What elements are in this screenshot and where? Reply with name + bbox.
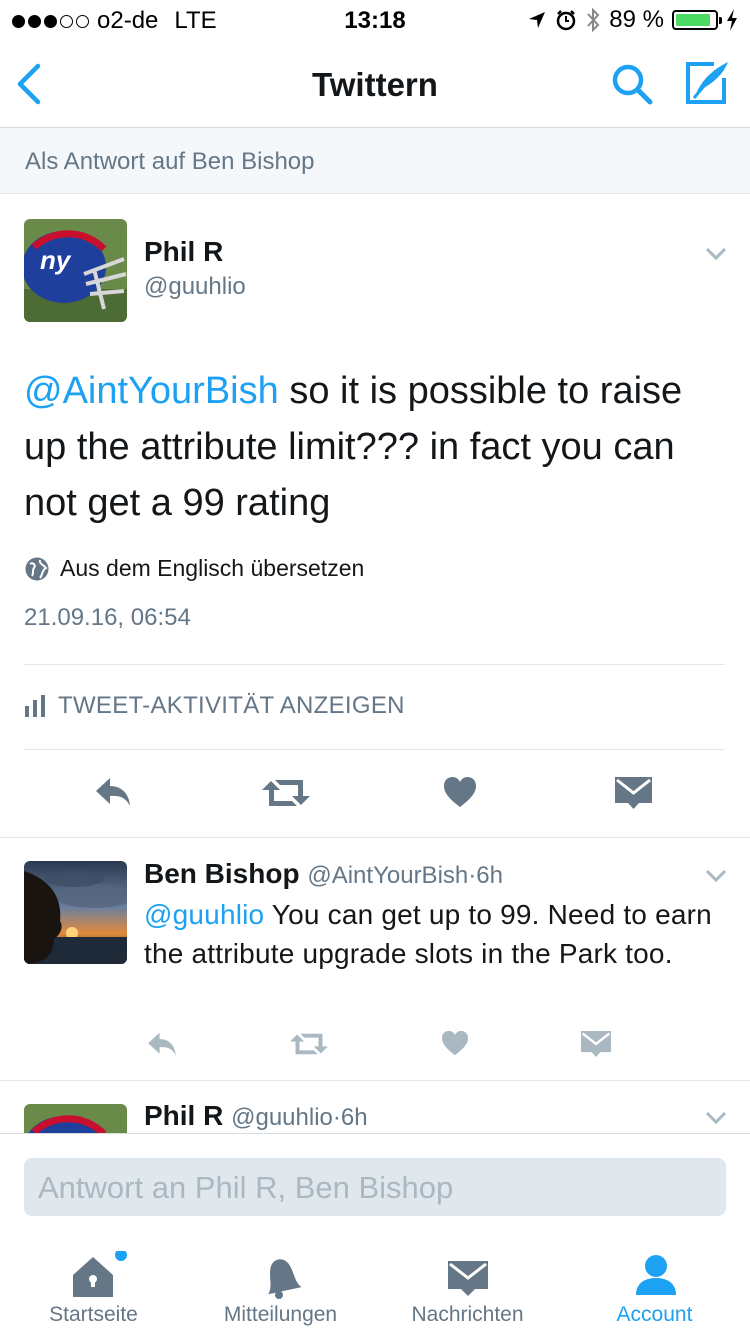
tab-label: Account xyxy=(616,1303,693,1326)
author-name[interactable]: Phil R xyxy=(144,1100,223,1131)
activity-label: TWEET-AKTIVITÄT ANZEIGEN xyxy=(58,692,405,719)
next-tweet-header: Phil R @guuhlio·6h xyxy=(144,1100,368,1132)
chevron-down-icon[interactable] xyxy=(704,246,728,262)
tweet-relative-time: 6h xyxy=(476,862,503,889)
direct-message-icon[interactable] xyxy=(581,1031,611,1057)
tab-notifications[interactable]: Mitteilungen xyxy=(187,1237,374,1334)
tab-bar: Startseite Mitteilungen Nachrichten Acco… xyxy=(0,1237,750,1334)
reply-composer-bar: Antwort an Phil R, Ben Bishop xyxy=(0,1133,750,1237)
chevron-down-icon[interactable] xyxy=(704,868,728,884)
svg-text:ny: ny xyxy=(40,245,72,275)
battery-percentage: 89 % xyxy=(609,6,664,33)
reply-tweet-header: Ben Bishop @AintYourBish·6h xyxy=(144,858,503,890)
envelope-icon xyxy=(448,1261,488,1296)
reply-input[interactable]: Antwort an Phil R, Ben Bishop xyxy=(24,1158,726,1216)
charging-bolt-icon xyxy=(727,9,737,31)
translate-link[interactable]: Aus dem Englisch übersetzen xyxy=(24,555,364,582)
avatar[interactable] xyxy=(24,861,127,964)
helmet-avatar-image xyxy=(24,1104,127,1133)
battery-icon xyxy=(672,10,722,30)
author-handle[interactable]: @AintYourBish xyxy=(307,862,468,889)
tweet-relative-time: 6h xyxy=(340,1104,368,1131)
bluetooth-icon xyxy=(587,7,600,33)
tweet-activity-link[interactable]: TWEET-AKTIVITÄT ANZEIGEN xyxy=(24,692,405,720)
author-handle[interactable]: @guuhlio xyxy=(144,273,246,301)
like-heart-icon[interactable] xyxy=(443,776,477,808)
translate-label: Aus dem Englisch übersetzen xyxy=(60,555,365,581)
compose-icon[interactable] xyxy=(684,60,730,106)
meta-separator: · xyxy=(332,1104,341,1131)
author-handle[interactable]: @guuhlio xyxy=(231,1104,333,1131)
globe-icon xyxy=(25,557,49,580)
next-tweet[interactable]: Phil R @guuhlio·6h xyxy=(0,1082,750,1133)
tweet-separator xyxy=(0,837,750,838)
alarm-clock-icon xyxy=(557,10,576,31)
avatar[interactable] xyxy=(24,1104,127,1133)
reply-icon[interactable] xyxy=(94,776,132,808)
tab-label: Nachrichten xyxy=(411,1303,524,1326)
tweet-separator xyxy=(0,1080,750,1081)
tweet-text: @guuhlio You can get up to 99. Need to e… xyxy=(144,895,724,973)
search-icon[interactable] xyxy=(610,62,654,106)
status-bar-right: 89 % xyxy=(527,6,738,34)
bar-chart-icon xyxy=(25,695,45,717)
tab-label: Mitteilungen xyxy=(223,1303,338,1326)
mention-link[interactable]: @AintYourBish xyxy=(24,370,279,412)
tab-label: Startseite xyxy=(49,1303,138,1326)
author-name[interactable]: Ben Bishop xyxy=(144,858,300,889)
mention-link[interactable]: @guuhlio xyxy=(144,899,264,930)
tweet-timestamp: 21.09.16, 06:54 xyxy=(24,604,191,631)
person-icon xyxy=(636,1255,676,1295)
tweet-text: @AintYourBish so it is possible to raise… xyxy=(24,363,724,531)
retweet-icon[interactable] xyxy=(290,1031,328,1057)
retweet-icon[interactable] xyxy=(262,777,310,809)
bell-icon xyxy=(268,1259,302,1299)
divider xyxy=(24,749,725,750)
author-name[interactable]: Phil R xyxy=(144,236,223,268)
divider xyxy=(24,664,725,665)
navigation-bar: Twittern xyxy=(0,40,750,128)
location-arrow-icon xyxy=(529,12,546,28)
tab-account[interactable]: Account xyxy=(561,1237,748,1334)
in-reply-to-banner[interactable]: Als Antwort auf Ben Bishop xyxy=(0,128,750,194)
tab-home[interactable]: Startseite xyxy=(0,1237,187,1334)
helmet-avatar-image: ny xyxy=(24,219,127,322)
chevron-down-icon[interactable] xyxy=(704,1110,728,1126)
avatar[interactable]: ny xyxy=(24,219,127,322)
like-heart-icon[interactable] xyxy=(441,1030,469,1056)
sunset-avatar-image xyxy=(24,861,127,964)
tab-messages[interactable]: Nachrichten xyxy=(374,1237,561,1334)
direct-message-icon[interactable] xyxy=(615,777,652,809)
reply-icon[interactable] xyxy=(146,1031,178,1057)
status-bar: o2-de LTE 13:18 89 % xyxy=(0,0,750,40)
home-icon xyxy=(73,1251,127,1297)
